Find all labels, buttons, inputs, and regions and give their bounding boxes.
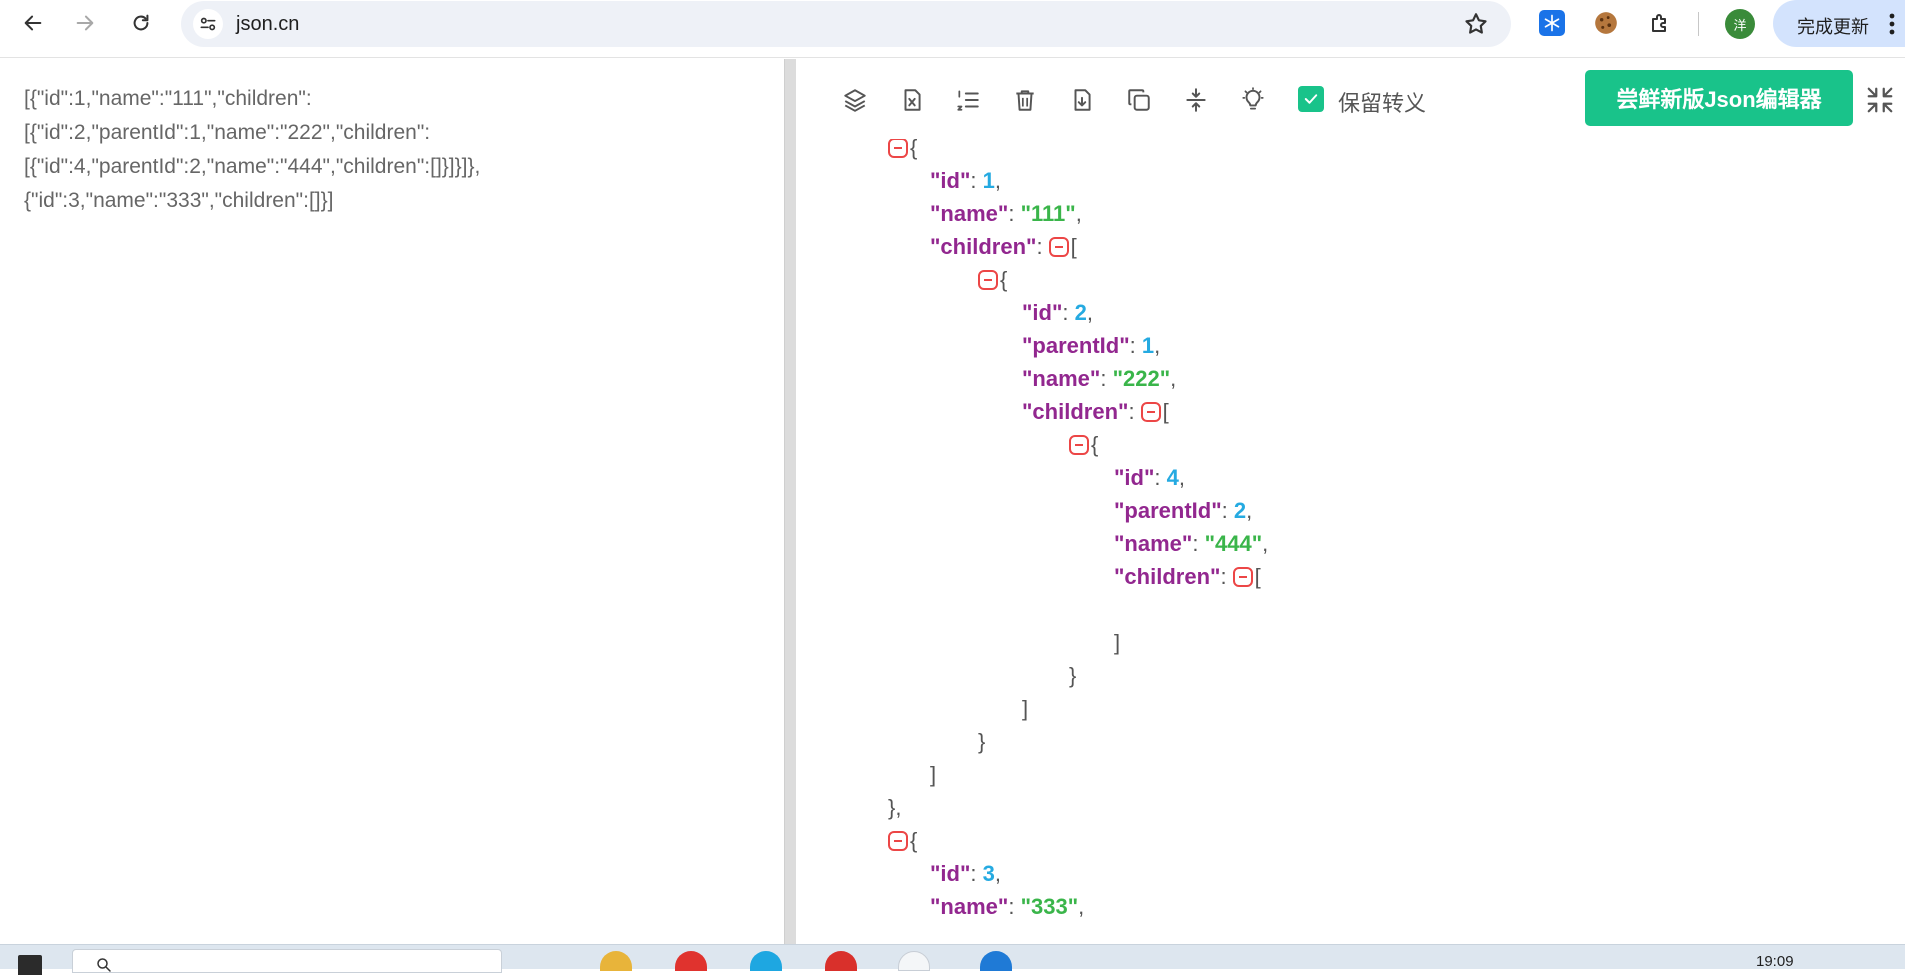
forward-button[interactable] bbox=[68, 6, 102, 40]
collapse-toggle-icon[interactable] bbox=[1069, 435, 1089, 455]
cookie-extension-icon[interactable] bbox=[1591, 8, 1621, 38]
start-windows-icon[interactable] bbox=[18, 955, 42, 975]
tree-line: "id": 1, bbox=[930, 168, 1002, 193]
reload-button[interactable] bbox=[124, 6, 158, 40]
compress-icon[interactable] bbox=[1181, 85, 1211, 115]
update-label: 完成更新 bbox=[1797, 17, 1869, 37]
windows-taskbar: 19:09 bbox=[0, 944, 1905, 975]
update-button[interactable]: 完成更新 bbox=[1773, 0, 1905, 47]
toolbar-separator bbox=[1698, 12, 1699, 36]
keep-escape-label[interactable]: 保留转义 bbox=[1338, 86, 1426, 118]
snowflake-extension-icon[interactable] bbox=[1539, 10, 1565, 36]
tree-line: } bbox=[978, 729, 986, 754]
raw-json-editor[interactable]: [{"id":1,"name":"111","children": [{"id"… bbox=[0, 59, 784, 944]
tree-toolbar: 保留转义 尝鲜新版Json编辑器 bbox=[796, 59, 1905, 139]
json-tree-view: 保留转义 尝鲜新版Json编辑器 { "id": 1, "name": "111… bbox=[796, 59, 1905, 944]
back-button[interactable] bbox=[16, 6, 50, 40]
tree-line: "children": [ bbox=[1114, 564, 1261, 589]
tree-line: { bbox=[1069, 428, 1098, 461]
bookmark-star-icon[interactable] bbox=[1463, 11, 1489, 37]
raw-json-line: [{"id":1,"name":"111","children": bbox=[24, 87, 312, 110]
extensions-puzzle-icon[interactable] bbox=[1645, 8, 1675, 38]
panel-splitter[interactable] bbox=[784, 59, 796, 944]
tree-line: "name": "444", bbox=[1114, 531, 1269, 556]
format-layers-icon[interactable] bbox=[840, 85, 870, 115]
lightbulb-icon[interactable] bbox=[1238, 85, 1268, 115]
new-editor-button[interactable]: 尝鲜新版Json编辑器 bbox=[1585, 70, 1853, 126]
tree-line: "id": 4, bbox=[1114, 465, 1186, 490]
tree-line: "name": "222", bbox=[1022, 366, 1177, 391]
tree-line: }, bbox=[888, 795, 902, 820]
raw-json-line: [{"id":4,"parentId":2,"name":"444","chil… bbox=[24, 155, 481, 178]
tree-line: ] bbox=[1022, 696, 1029, 721]
more-menu-icon[interactable] bbox=[1889, 13, 1895, 35]
excel-export-icon[interactable] bbox=[897, 85, 927, 115]
browser-toolbar: json.cn 洋 完成更新 bbox=[0, 0, 1905, 58]
collapse-toggle-icon[interactable] bbox=[888, 831, 908, 851]
arrow-left-icon bbox=[24, 15, 42, 31]
reload-icon bbox=[133, 14, 149, 31]
download-file-icon[interactable] bbox=[1067, 85, 1097, 115]
taskbar-app-blue-icon[interactable] bbox=[750, 951, 782, 971]
tree-line: "children": [ bbox=[930, 234, 1077, 259]
collapse-toggle-icon[interactable] bbox=[1140, 402, 1161, 422]
line-numbers-icon[interactable] bbox=[953, 85, 983, 115]
collapse-toggle-icon[interactable] bbox=[1232, 567, 1253, 587]
delete-trash-icon[interactable] bbox=[1010, 85, 1040, 115]
tree-line: "name": "333", bbox=[930, 894, 1085, 919]
taskbar-app-red-icon[interactable] bbox=[675, 951, 707, 971]
collapse-toggle-icon[interactable] bbox=[888, 138, 908, 158]
raw-json-line: [{"id":2,"parentId":1,"name":"222","chil… bbox=[24, 121, 431, 144]
tree-line: "parentId": 1, bbox=[1022, 333, 1161, 358]
copy-icon[interactable] bbox=[1124, 85, 1154, 115]
collapse-toggle-icon[interactable] bbox=[1048, 237, 1069, 257]
tree-line: } bbox=[1069, 663, 1077, 688]
address-bar[interactable]: json.cn bbox=[181, 1, 1511, 47]
search-icon bbox=[97, 958, 111, 972]
tree-line: "children": [ bbox=[1022, 399, 1169, 424]
tree-line: "id": 2, bbox=[1022, 300, 1094, 325]
clock-time[interactable]: 19:09 bbox=[1756, 953, 1794, 970]
tree-line: { bbox=[888, 824, 917, 857]
raw-json-text[interactable]: [{"id":1,"name":"111","children": [{"id"… bbox=[24, 82, 584, 218]
taskbar-app-white-icon[interactable] bbox=[898, 951, 930, 971]
taskbar-app-red2-icon[interactable] bbox=[825, 951, 857, 971]
keep-escape-checkbox[interactable] bbox=[1298, 86, 1324, 112]
checkmark-icon bbox=[1304, 94, 1318, 104]
vscode-icon[interactable] bbox=[980, 951, 1012, 971]
arrow-right-icon bbox=[76, 15, 94, 31]
collapse-toggle-icon[interactable] bbox=[978, 270, 998, 290]
collapse-screen-icon[interactable] bbox=[1865, 85, 1895, 115]
profile-avatar[interactable]: 洋 bbox=[1725, 9, 1755, 39]
tree-line: "name": "111", bbox=[930, 201, 1082, 226]
tree-line: "parentId": 2, bbox=[1114, 498, 1253, 523]
tree-line: { bbox=[978, 263, 1007, 296]
tree-line: ] bbox=[1114, 630, 1121, 655]
raw-json-line: {"id":3,"name":"333","children":[]}] bbox=[24, 189, 334, 212]
tree-line: "id": 3, bbox=[930, 861, 1002, 886]
tree-line: ] bbox=[930, 762, 937, 787]
url-text[interactable]: json.cn bbox=[236, 13, 299, 36]
file-explorer-icon[interactable] bbox=[600, 951, 632, 971]
site-info-icon[interactable] bbox=[193, 9, 223, 39]
taskbar-search-box[interactable] bbox=[72, 949, 502, 973]
